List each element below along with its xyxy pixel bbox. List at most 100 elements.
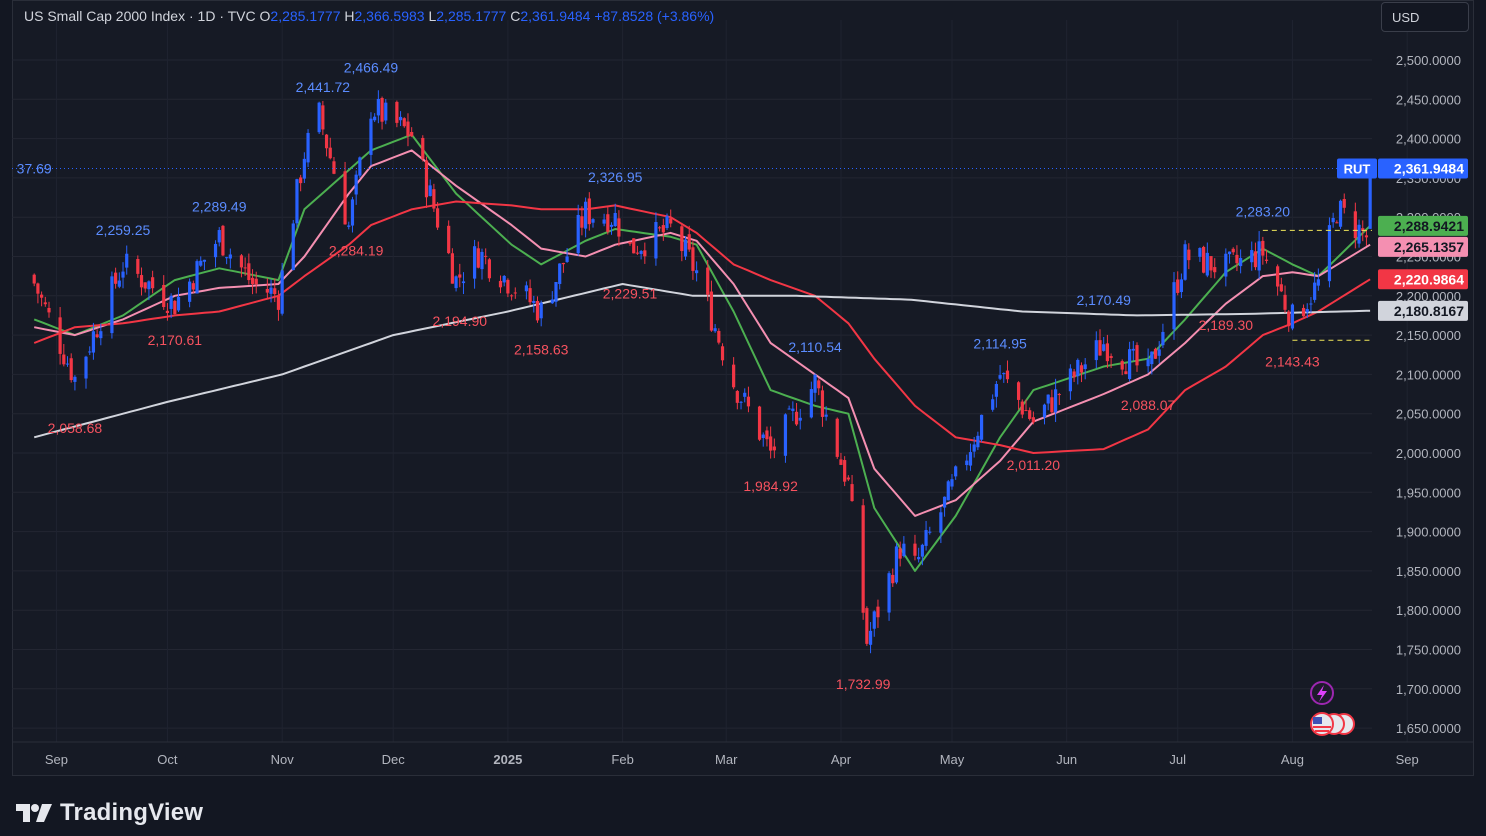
extreme-price-label: 2,284.19 xyxy=(329,243,384,259)
candle-body xyxy=(1179,279,1184,293)
candle xyxy=(328,137,332,160)
candle-body xyxy=(1128,349,1132,380)
extreme-price-label: 2,259.25 xyxy=(96,222,151,238)
candle xyxy=(384,98,388,125)
candle xyxy=(40,291,44,307)
candle-body xyxy=(584,201,588,229)
candle xyxy=(602,213,606,227)
candle-body xyxy=(217,230,221,243)
candle-body xyxy=(843,460,847,482)
event-icons[interactable] xyxy=(1310,681,1355,736)
candle-body xyxy=(757,406,762,440)
candle-body xyxy=(502,275,506,283)
candle-body xyxy=(643,250,647,257)
us-flag-icon[interactable] xyxy=(1310,712,1355,736)
candle-body xyxy=(1105,343,1110,362)
candle xyxy=(584,197,588,238)
candle-body xyxy=(861,505,865,613)
candle-body xyxy=(269,287,273,294)
candle-body xyxy=(654,222,658,259)
candle xyxy=(950,474,954,490)
candle xyxy=(461,272,466,295)
candle xyxy=(139,267,144,296)
y-tick-label: 2,400.0000 xyxy=(1396,132,1461,147)
candle xyxy=(369,112,373,166)
candle-body xyxy=(58,317,62,354)
candle-body xyxy=(565,256,569,262)
candle-body xyxy=(998,375,1002,379)
candle-body xyxy=(291,223,295,271)
candle xyxy=(976,431,980,451)
candle xyxy=(695,261,699,282)
candle-body xyxy=(798,417,802,421)
candle xyxy=(176,287,181,313)
candle xyxy=(1342,193,1346,214)
candle xyxy=(173,300,177,315)
candle xyxy=(1287,309,1291,332)
candle xyxy=(143,282,147,293)
symbol-name[interactable]: US Small Cap 2000 Index · 1D · TVC xyxy=(24,8,256,24)
candle xyxy=(591,218,595,228)
candle-body xyxy=(461,281,466,284)
candle-body xyxy=(487,259,491,279)
candle-body xyxy=(1205,252,1209,276)
candle xyxy=(913,534,917,561)
candle-body xyxy=(1353,211,1357,239)
candle xyxy=(317,101,321,134)
candle xyxy=(942,496,947,517)
lightning-icon[interactable] xyxy=(1310,681,1334,705)
candle xyxy=(994,380,998,408)
candle-body xyxy=(1342,199,1346,208)
candle-body xyxy=(476,248,480,268)
candle xyxy=(1224,248,1228,287)
candle-body xyxy=(872,611,876,629)
extreme-price-label: 2,289.49 xyxy=(192,198,247,214)
candle xyxy=(632,238,636,254)
candle-body xyxy=(1235,254,1239,264)
price-scale-label-text: 2,180.8167 xyxy=(1394,303,1464,319)
x-tick-label: Feb xyxy=(611,752,633,767)
candle-body xyxy=(835,418,839,457)
candle xyxy=(1327,217,1332,288)
candle xyxy=(609,222,614,235)
candle-body xyxy=(687,234,691,250)
candle-body xyxy=(428,185,432,196)
candle xyxy=(876,599,880,628)
extreme-price-label: 2,441.72 xyxy=(296,79,351,95)
candle xyxy=(928,526,932,535)
candle xyxy=(65,356,70,367)
tradingview-logo[interactable]: TradingView xyxy=(14,796,203,830)
high-label: H xyxy=(344,8,355,24)
candle xyxy=(228,248,232,269)
candle xyxy=(561,262,566,273)
candle-body xyxy=(894,546,899,583)
candle xyxy=(1257,231,1261,279)
candle-body xyxy=(772,446,776,451)
price-scale-label: 2,180.8167 xyxy=(1378,300,1468,321)
candle xyxy=(1331,212,1335,228)
candle-body xyxy=(191,283,195,290)
candle xyxy=(1301,304,1306,317)
candle xyxy=(769,426,773,459)
candle xyxy=(506,278,510,298)
candle-body xyxy=(199,260,203,266)
candle xyxy=(1153,347,1158,359)
candle xyxy=(350,196,355,233)
currency-button[interactable]: USD xyxy=(1381,2,1469,32)
candle-body xyxy=(991,399,995,410)
candle-body xyxy=(228,254,232,259)
candle-body xyxy=(609,224,614,227)
candle-body xyxy=(891,574,895,584)
candle xyxy=(872,610,876,637)
candle xyxy=(117,272,121,289)
candle xyxy=(746,386,751,413)
chart-canvas[interactable]: 37.69 2,259.25 2,058.68 2,170.61 2,289.49 2,4… xyxy=(0,0,1486,790)
candle xyxy=(162,275,166,310)
candle xyxy=(1250,241,1254,271)
candle-body xyxy=(213,243,218,258)
y-tick-label: 2,050.0000 xyxy=(1396,407,1461,422)
candle xyxy=(765,426,769,447)
candle-body xyxy=(1364,235,1369,238)
candle xyxy=(606,207,610,235)
candle xyxy=(1057,392,1061,405)
